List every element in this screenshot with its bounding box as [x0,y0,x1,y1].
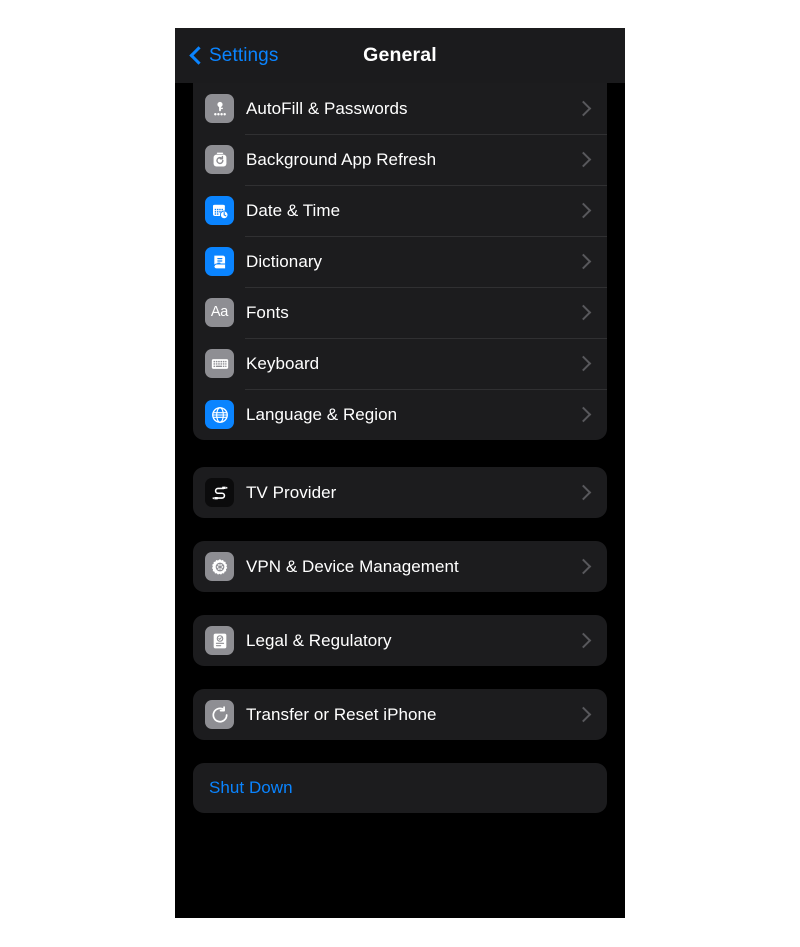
app-refresh-icon [205,145,234,174]
settings-row[interactable]: Language & Region [193,389,607,440]
chevron-right-icon [575,304,592,321]
reset-arrow-icon [205,700,234,729]
key-passwords-icon [205,94,234,123]
settings-row-label: Shut Down [209,778,293,797]
settings-row[interactable]: TV Provider [193,467,607,518]
tv-provider-icon [205,478,234,507]
settings-row[interactable]: VPN & Device Management [193,541,607,592]
chevron-right-icon [575,202,592,219]
settings-row[interactable]: Shut Down [193,763,607,813]
document-seal-icon [205,626,234,655]
chevron-right-icon [575,253,592,270]
group-vpn: VPN & Device Management [193,541,607,592]
chevron-right-icon [575,406,592,423]
settings-row-label: Language & Region [246,404,398,424]
settings-row[interactable]: Date & Time [193,185,607,236]
chevron-left-icon [189,45,202,67]
settings-row-label: TV Provider [246,482,337,502]
settings-row-label: Keyboard [246,353,320,373]
settings-row[interactable]: Legal & Regulatory [193,615,607,666]
back-button-label: Settings [209,44,279,66]
chevron-right-icon [575,706,592,723]
settings-row-label: Background App Refresh [246,149,437,169]
chevron-right-icon [575,151,592,168]
chevron-right-icon [575,632,592,649]
chevron-right-icon [575,558,592,575]
settings-row-label: VPN & Device Management [246,556,459,576]
settings-row-label: Legal & Regulatory [246,630,392,650]
settings-row-label: AutoFill & Passwords [246,98,408,118]
settings-row-label: Fonts [246,302,289,322]
globe-icon [205,400,234,429]
chevron-right-icon [575,484,592,501]
chevron-right-icon [575,100,592,117]
navigation-bar: General Settings [175,28,625,83]
settings-row[interactable]: Transfer or Reset iPhone [193,689,607,740]
settings-scroll-content[interactable]: AutoFill & Passwords Background App Refre… [175,83,625,918]
settings-row[interactable]: Background App Refresh [193,134,607,185]
calendar-clock-icon [205,196,234,225]
group-settings-primary: AutoFill & Passwords Background App Refre… [193,83,607,440]
phone-frame: General Settings AutoFill & Passwords Bac… [175,28,625,918]
settings-row[interactable]: AutoFill & Passwords [193,83,607,134]
settings-row[interactable]: Aa Fonts [193,287,607,338]
settings-row[interactable]: Keyboard [193,338,607,389]
page-root: General Settings AutoFill & Passwords Bac… [0,0,800,947]
keyboard-icon [205,349,234,378]
book-icon [205,247,234,276]
group-shut-down: Shut Down [193,763,607,813]
back-button[interactable]: Settings [189,28,278,83]
group-tv-provider: TV Provider [193,467,607,518]
fonts-glyph-label: Aa [210,304,229,321]
chevron-right-icon [575,355,592,372]
gear-icon [205,552,234,581]
fonts-aa-icon: Aa [205,298,234,327]
settings-row-label: Transfer or Reset iPhone [246,704,437,724]
settings-row[interactable]: Dictionary [193,236,607,287]
settings-row-label: Date & Time [246,200,341,220]
group-legal: Legal & Regulatory [193,615,607,666]
settings-row-label: Dictionary [246,251,323,271]
group-transfer-reset: Transfer or Reset iPhone [193,689,607,740]
